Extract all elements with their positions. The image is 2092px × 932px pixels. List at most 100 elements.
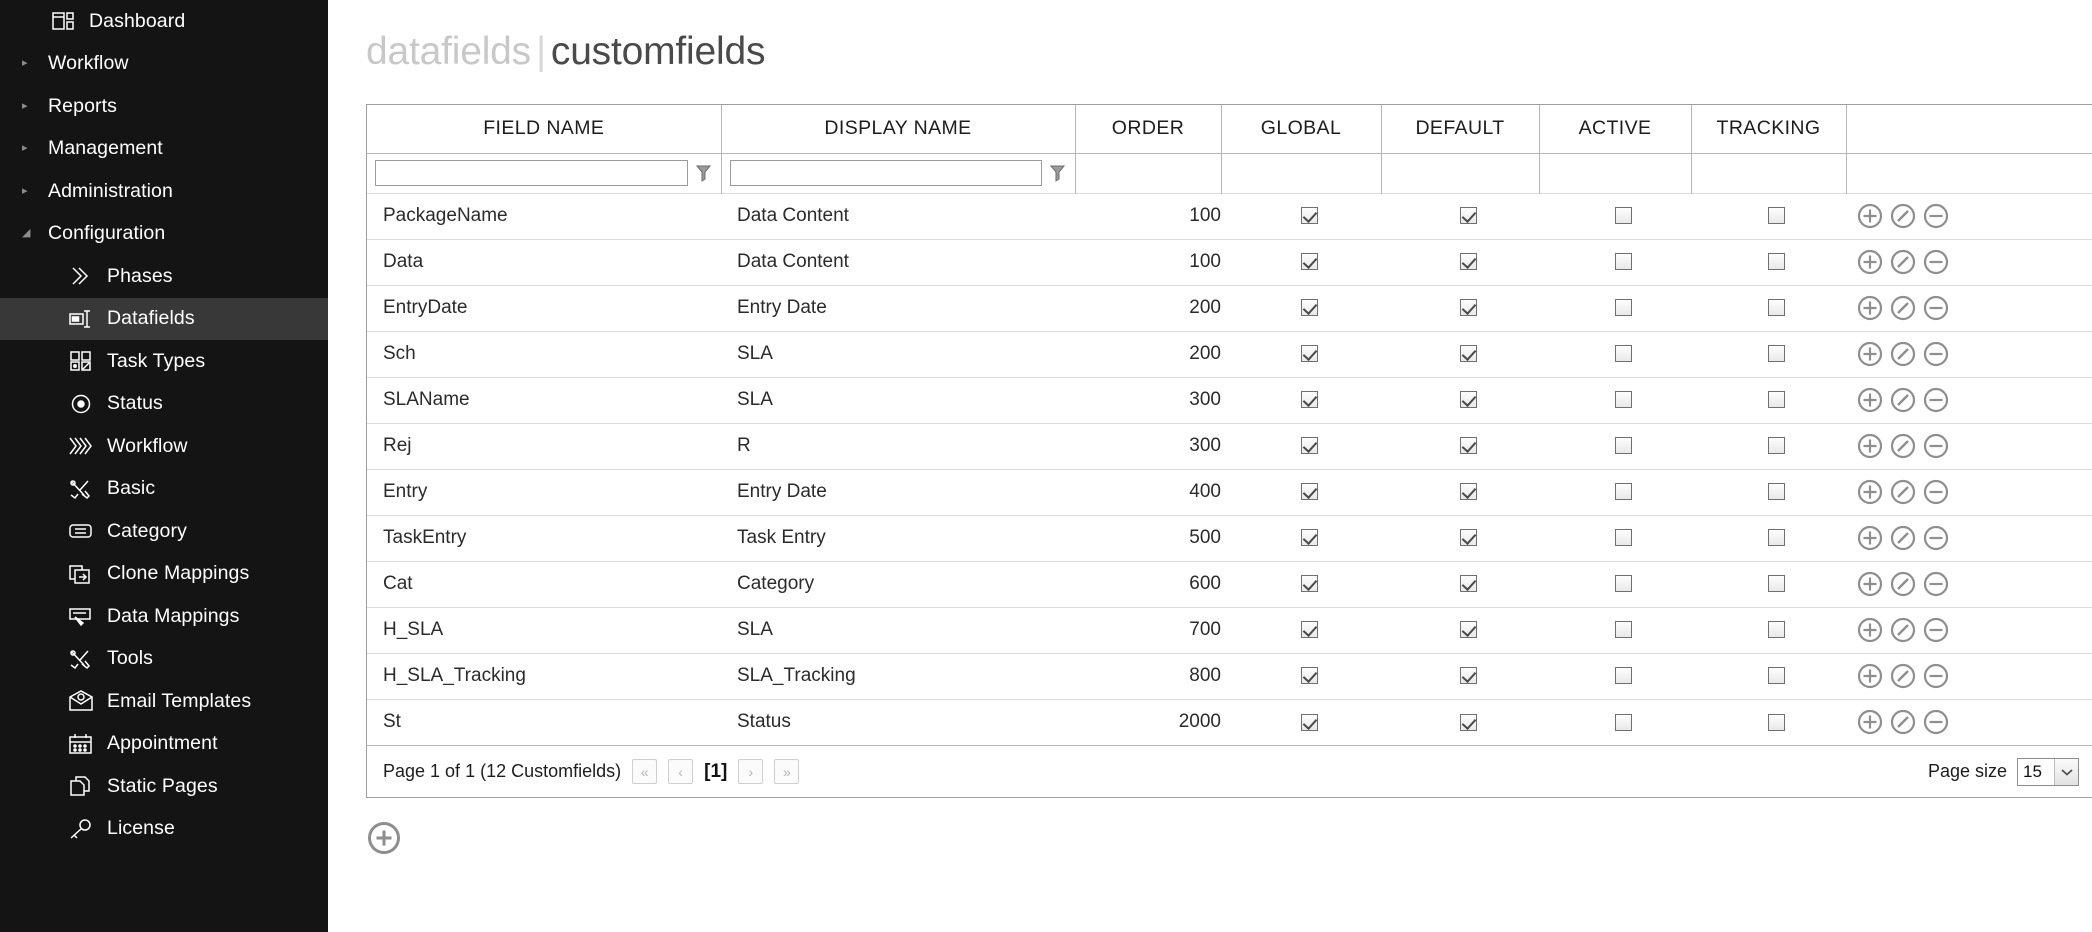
default-checkbox[interactable] (1460, 621, 1477, 638)
delete-icon[interactable] (1922, 340, 1950, 368)
table-row[interactable]: SchSLA200 (367, 331, 2092, 377)
delete-icon[interactable] (1922, 708, 1950, 736)
table-row[interactable]: H_SLA_TrackingSLA_Tracking800 (367, 653, 2092, 699)
active-checkbox[interactable] (1615, 621, 1632, 638)
active-checkbox[interactable] (1615, 253, 1632, 270)
pager-current-page[interactable]: [1] (704, 761, 727, 783)
global-checkbox[interactable] (1301, 299, 1318, 316)
sidebar-item-license[interactable]: License (0, 808, 328, 851)
tracking-checkbox[interactable] (1768, 345, 1785, 362)
global-checkbox[interactable] (1301, 207, 1318, 224)
table-row[interactable]: RejR300 (367, 423, 2092, 469)
add-icon[interactable] (1856, 478, 1884, 506)
tracking-checkbox[interactable] (1768, 437, 1785, 454)
sidebar-item-basic[interactable]: Basic (0, 468, 328, 511)
tracking-checkbox[interactable] (1768, 391, 1785, 408)
table-row[interactable]: DataData Content100 (367, 239, 2092, 285)
edit-icon[interactable] (1889, 294, 1917, 322)
tracking-checkbox[interactable] (1768, 253, 1785, 270)
sidebar-item-status[interactable]: Status (0, 383, 328, 426)
column-header-field-name[interactable]: FIELD NAME (367, 105, 721, 153)
column-header-global[interactable]: GLOBAL (1221, 105, 1381, 153)
table-row[interactable]: EntryEntry Date400 (367, 469, 2092, 515)
column-header-active[interactable]: ACTIVE (1539, 105, 1691, 153)
edit-icon[interactable] (1889, 432, 1917, 460)
column-header-display-name[interactable]: DISPLAY NAME (721, 105, 1075, 153)
default-checkbox[interactable] (1460, 253, 1477, 270)
edit-icon[interactable] (1889, 478, 1917, 506)
sidebar-item-workflow[interactable]: Workflow (0, 425, 328, 468)
global-checkbox[interactable] (1301, 483, 1318, 500)
add-icon[interactable] (1856, 432, 1884, 460)
add-icon[interactable] (1856, 616, 1884, 644)
edit-icon[interactable] (1889, 202, 1917, 230)
sidebar-item-appointment[interactable]: Appointment (0, 723, 328, 766)
table-row[interactable]: EntryDateEntry Date200 (367, 285, 2092, 331)
add-icon[interactable] (1856, 708, 1884, 736)
active-checkbox[interactable] (1615, 483, 1632, 500)
delete-icon[interactable] (1922, 248, 1950, 276)
global-checkbox[interactable] (1301, 437, 1318, 454)
chevron-right-icon[interactable]: ▸ (22, 186, 38, 197)
pager-next-button[interactable]: › (738, 759, 763, 784)
edit-icon[interactable] (1889, 570, 1917, 598)
tracking-checkbox[interactable] (1768, 714, 1785, 731)
column-header-default[interactable]: DEFAULT (1381, 105, 1539, 153)
sidebar-item-dashboard[interactable]: Dashboard (0, 0, 328, 43)
sidebar-item-reports[interactable]: ▸Reports (0, 85, 328, 128)
chevron-down-icon[interactable]: ◢ (22, 228, 38, 239)
filter-funnel-icon[interactable] (695, 162, 713, 184)
default-checkbox[interactable] (1460, 299, 1477, 316)
default-checkbox[interactable] (1460, 483, 1477, 500)
table-row[interactable]: SLANameSLA300 (367, 377, 2092, 423)
tracking-checkbox[interactable] (1768, 575, 1785, 592)
add-icon[interactable] (1856, 524, 1884, 552)
column-header-order[interactable]: ORDER (1075, 105, 1221, 153)
add-icon[interactable] (1856, 248, 1884, 276)
default-checkbox[interactable] (1460, 391, 1477, 408)
pager-prev-button[interactable]: ‹ (668, 759, 693, 784)
tracking-checkbox[interactable] (1768, 667, 1785, 684)
add-icon[interactable] (1856, 340, 1884, 368)
sidebar-item-clone-mappings[interactable]: Clone Mappings (0, 553, 328, 596)
active-checkbox[interactable] (1615, 345, 1632, 362)
add-icon[interactable] (1856, 662, 1884, 690)
filter-funnel-icon[interactable] (1049, 162, 1067, 184)
chevron-down-icon[interactable] (2054, 759, 2078, 785)
chevron-right-icon[interactable]: ▸ (22, 101, 38, 112)
global-checkbox[interactable] (1301, 253, 1318, 270)
default-checkbox[interactable] (1460, 667, 1477, 684)
delete-icon[interactable] (1922, 524, 1950, 552)
global-checkbox[interactable] (1301, 345, 1318, 362)
breadcrumb-parent[interactable]: datafields (366, 30, 531, 73)
default-checkbox[interactable] (1460, 207, 1477, 224)
active-checkbox[interactable] (1615, 575, 1632, 592)
sidebar-item-email-templates[interactable]: Email Templates (0, 680, 328, 723)
field-name-filter-input[interactable] (375, 160, 688, 186)
sidebar-item-administration[interactable]: ▸Administration (0, 170, 328, 213)
pager-first-button[interactable]: « (632, 759, 657, 784)
table-row[interactable]: TaskEntryTask Entry500 (367, 515, 2092, 561)
default-checkbox[interactable] (1460, 345, 1477, 362)
sidebar-item-phases[interactable]: Phases (0, 255, 328, 298)
global-checkbox[interactable] (1301, 529, 1318, 546)
active-checkbox[interactable] (1615, 391, 1632, 408)
table-row[interactable]: H_SLASLA700 (367, 607, 2092, 653)
global-checkbox[interactable] (1301, 391, 1318, 408)
add-icon[interactable] (1856, 202, 1884, 230)
tracking-checkbox[interactable] (1768, 299, 1785, 316)
global-checkbox[interactable] (1301, 667, 1318, 684)
tracking-checkbox[interactable] (1768, 529, 1785, 546)
add-customfield-button[interactable] (366, 820, 402, 856)
add-icon[interactable] (1856, 570, 1884, 598)
sidebar-item-data-mappings[interactable]: Data Mappings (0, 595, 328, 638)
delete-icon[interactable] (1922, 202, 1950, 230)
delete-icon[interactable] (1922, 570, 1950, 598)
default-checkbox[interactable] (1460, 529, 1477, 546)
table-row[interactable]: PackageNameData Content100 (367, 193, 2092, 239)
edit-icon[interactable] (1889, 248, 1917, 276)
edit-icon[interactable] (1889, 340, 1917, 368)
page-size-select[interactable]: 15 (2017, 758, 2079, 786)
global-checkbox[interactable] (1301, 714, 1318, 731)
sidebar-item-task-types[interactable]: Task Types (0, 340, 328, 383)
